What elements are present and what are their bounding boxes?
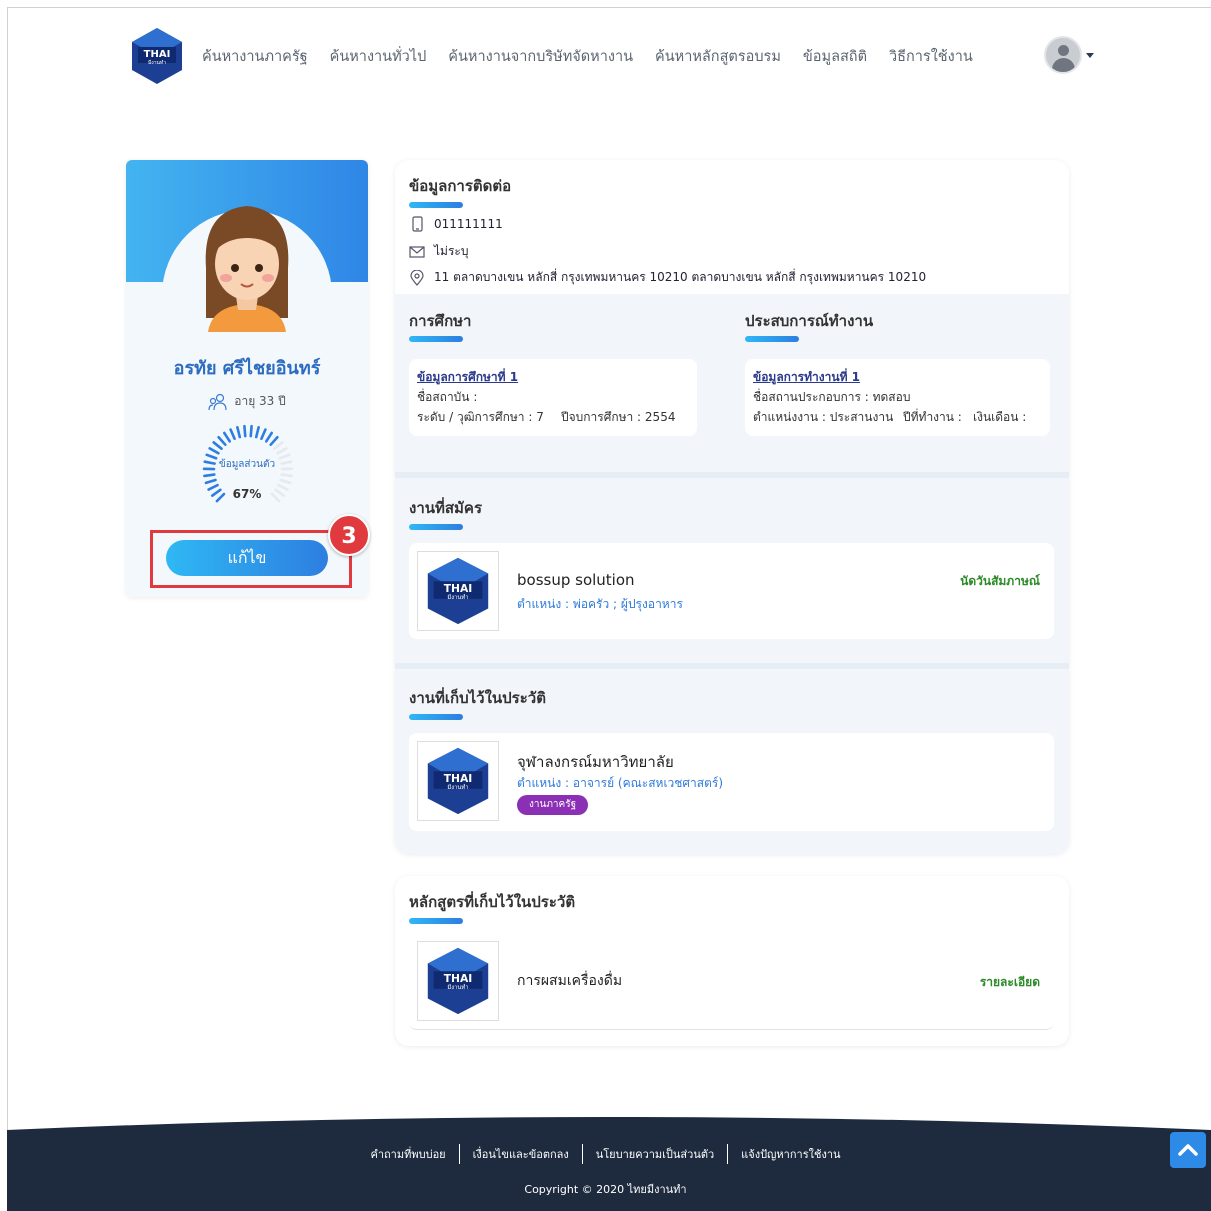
education-level: ระดับ / วุฒิการศึกษา : 7 [417,410,544,424]
gauge-tick [280,473,293,478]
education-institution: ชื่อสถาบัน : [417,390,478,404]
gauge-tick [260,428,267,441]
saved-jobs-title: งานที่เก็บไว้ในประวัติ [409,689,546,707]
user-avatar-icon [1044,36,1082,74]
profile-name: อรทัย ศรีไชยอินทร์ [173,358,321,379]
company-logo-subtext: มีงานทำ [447,784,468,791]
profile-age: อายุ 33 ปี [126,392,368,411]
course-detail-link[interactable]: รายละเอียด [980,973,1040,992]
education-year: ปีจบการศึกษา : 2554 [561,410,676,424]
chevron-up-icon [1178,1144,1198,1156]
gauge-tick [236,426,242,439]
saved-job-company: จุฬาลงกรณ์มหาวิทยาลัย [517,753,674,771]
applied-company: bossup solution [517,571,635,589]
experience-company: ชื่อสถานประกอบการ : ทดสอบ [753,390,911,404]
saved-course-name: การผสมเครื่องดื่ม [517,973,623,989]
logo-text: THAI [144,49,171,60]
experience-position: ตำแหน่งงาน : ประสานงาน [753,410,894,424]
applied-status: นัดวันสัมภาษณ์ [960,574,1040,588]
copyright-text: Copyright © 2020 ไทยมีงานทำ [524,1183,687,1196]
location-pin-icon [410,269,424,286]
gauge-tick [229,428,236,441]
edit-profile-button[interactable]: แก้ไข [166,540,328,576]
thai-logo[interactable]: THAI มีงานทำ [126,25,188,87]
logo-subtext: มีงานทำ [148,59,166,66]
education-title: การศึกษา [409,312,472,330]
envelope-icon [409,245,425,258]
gauge-tick [243,424,247,438]
phone-icon [412,216,423,232]
step-badge: 3 [328,514,370,556]
course-logo-subtext: มีงานทำ [447,984,468,991]
resume-main-card: ข้อมูลการติดต่อ 011111111 ไม่ระบุ 11 ตลา… [395,160,1069,854]
contact-email-row: ไม่ระบุ [409,242,468,261]
gauge-tick [223,431,231,443]
footer-links: คำถามที่พบบ่อย เงื่อนไขและข้อตกลง นโยบาย… [0,1144,1211,1164]
applied-title: งานที่สมัคร [409,499,483,517]
gauge-tick [276,447,288,455]
user-menu-button[interactable] [1044,36,1094,74]
nav-link-agency-jobs[interactable]: ค้นหางานจากบริษัทจัดหางาน [448,45,633,68]
contact-phone-row: 011111111 [409,216,503,232]
contact-address: 11 ตลาดบางเขน หลักสี่ กรุงเทพมหานคร 1021… [434,270,927,284]
footer-link-report[interactable]: แจ้งปัญหาการใช้งาน [728,1145,853,1163]
gauge-tick [217,435,227,446]
gauge-tick [254,426,260,439]
gauge-tick [212,441,223,450]
gauge-tick [204,478,217,485]
nav-link-courses[interactable]: ค้นหาหลักสูตรอบรม [655,45,781,68]
completeness-percent: 67% [232,487,262,501]
company-logo: THAI มีงานทำ [417,551,499,631]
footer-link-faq[interactable]: คำถามที่พบบ่อย [357,1145,458,1163]
education-card: ข้อมูลการศึกษาที่ 1 ชื่อสถาบัน : ระดับ /… [409,359,697,436]
experience-years: ปีที่ทำงาน : [903,410,962,424]
contact-title: ข้อมูลการติดต่อ [409,177,512,195]
age-text: อายุ 33 ปี [234,394,286,408]
footer-link-privacy[interactable]: นโยบายความเป็นส่วนตัว [583,1145,727,1163]
experience-item-link[interactable]: ข้อมูลการทำงานที่ 1 [753,368,860,387]
company-logo-text: THAI [444,772,473,785]
gauge-tick [269,435,279,446]
saved-courses-card: หลักสูตรที่เก็บไว้ในประวัติ THAI มีงานทำ… [395,876,1069,1046]
applied-position: ตำแหน่ง : พ่อครัว ; ผู้ปรุงอาหาร [517,597,683,611]
nav-link-general-jobs[interactable]: ค้นหางานทั่วไป [330,45,427,68]
experience-salary: เงินเดือน : [973,410,1027,424]
completeness-label: ข้อมูลส่วนตัว [218,459,276,470]
company-logo-subtext: มีงานทำ [447,594,468,601]
nav-link-gov-jobs[interactable]: ค้นหางานภาครัฐ [202,45,308,68]
nav-link-howto[interactable]: วิธีการใช้งาน [889,45,973,68]
contact-phone: 011111111 [434,217,503,231]
scroll-to-top-button[interactable] [1170,1132,1206,1168]
course-logo: THAI มีงานทำ [417,941,499,1021]
applied-job-card[interactable]: THAI มีงานทำ bossup solution ตำแหน่ง : พ… [409,543,1054,639]
saved-courses-title: หลักสูตรที่เก็บไว้ในประวัติ [409,893,576,911]
saved-job-position: ตำแหน่ง : อาจารย์ (คณะสหเวชศาสตร์) [517,776,724,790]
gauge-tick [208,447,220,455]
nav-link-statistics[interactable]: ข้อมูลสถิติ [803,45,867,68]
nav-links: ค้นหางานภาครัฐ ค้นหางานทั่วไป ค้นหางานจา… [202,45,973,68]
job-type-tag: งานภาครัฐ [517,795,589,815]
profile-avatar [205,206,289,332]
contact-address-row: 11 ตลาดบางเขน หลักสี่ กรุงเทพมหานคร 1021… [409,268,926,287]
gauge-tick [273,441,284,450]
gauge-tick [279,478,292,485]
top-navbar: THAI มีงานทำ ค้นหางานภาครัฐ ค้นหางานทั่ว… [126,24,973,88]
experience-card: ข้อมูลการทำงานที่ 1 ชื่อสถานประกอบการ : … [745,359,1050,436]
footer-link-terms[interactable]: เงื่อนไขและข้อตกลง [460,1145,582,1163]
contact-email: ไม่ระบุ [434,244,469,258]
chevron-down-icon [1086,52,1094,58]
course-logo-text: THAI [444,972,473,985]
company-logo: THAI มีงานทำ [417,741,499,821]
gauge-tick [203,473,216,478]
experience-title: ประสบการณ์ทำงาน [745,312,874,330]
gauge-tick [265,431,273,443]
saved-course-item[interactable]: THAI มีงานทำ การผสมเครื่องดื่ม รายละเอีย… [409,936,1054,1030]
people-icon [208,393,227,410]
saved-job-card[interactable]: THAI มีงานทำ จุฬาลงกรณ์มหาวิทยาลัย ตำแหน… [409,733,1054,831]
education-item-link[interactable]: ข้อมูลการศึกษาที่ 1 [417,368,518,387]
company-logo-text: THAI [444,582,473,595]
gauge-tick [249,424,253,438]
